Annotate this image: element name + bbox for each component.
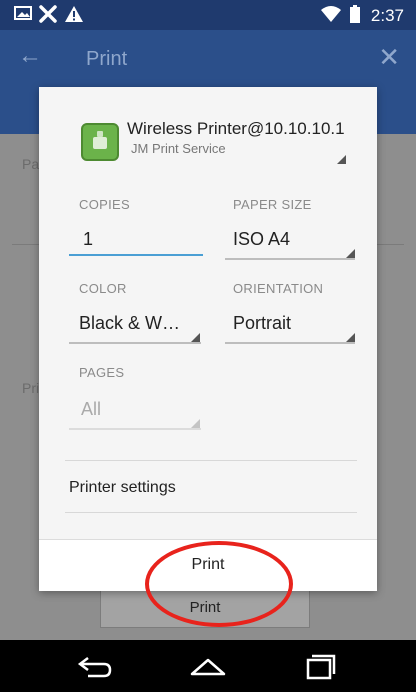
color-underline	[69, 342, 201, 344]
navigation-bar	[0, 640, 416, 692]
orientation-label: ORIENTATION	[233, 281, 324, 296]
color-label: COLOR	[79, 281, 127, 296]
wifi-icon	[320, 5, 342, 25]
highlight-ring	[145, 541, 293, 627]
dropdown-arrow-icon	[191, 419, 200, 428]
dropdown-arrow-icon	[191, 333, 200, 342]
copies-input[interactable]: 1	[83, 229, 93, 250]
pages-label: PAGES	[79, 365, 125, 380]
orientation-underline	[225, 342, 355, 344]
dropdown-arrow-icon	[346, 333, 355, 342]
dropdown-arrow-icon	[346, 249, 355, 258]
arrow-left-icon[interactable]: ←	[18, 42, 42, 70]
close-icon[interactable]: ✕	[378, 42, 400, 73]
recent-apps-nav-icon[interactable]	[300, 650, 340, 682]
paper-size-underline	[225, 258, 355, 260]
warning-icon	[64, 5, 84, 25]
printer-settings-link[interactable]: Printer settings	[69, 479, 176, 497]
dropdown-arrow-icon	[337, 155, 346, 164]
status-time: 2:37	[370, 6, 404, 25]
pages-underline	[69, 428, 201, 430]
printer-name: Wireless Printer@10.10.10.1	[127, 119, 345, 138]
tools-icon	[38, 5, 58, 25]
back-nav-icon[interactable]	[76, 650, 116, 682]
divider	[65, 512, 357, 513]
paper-size-select[interactable]: ISO A4	[233, 229, 290, 250]
color-select[interactable]: Black & W…	[79, 313, 180, 334]
bg-label-paper: Pa	[22, 156, 40, 172]
copies-label: COPIES	[79, 197, 130, 212]
printer-service: JM Print Service	[131, 141, 226, 156]
orientation-select[interactable]: Portrait	[233, 313, 291, 334]
copies-underline	[69, 254, 203, 256]
bg-label-printer: Pri	[22, 380, 40, 396]
app-title: Print	[86, 48, 128, 70]
paper-size-label: PAPER SIZE	[233, 197, 312, 212]
print-options-dialog: Wireless Printer@10.10.10.1 JM Print Ser…	[39, 87, 377, 591]
image-icon	[14, 5, 32, 25]
pages-select[interactable]: All	[81, 399, 101, 420]
printer-app-icon	[81, 123, 119, 161]
battery-icon	[350, 5, 360, 25]
status-bar: 2:37	[0, 0, 416, 30]
printer-selector[interactable]: Wireless Printer@10.10.10.1 JM Print Ser…	[51, 111, 367, 171]
divider	[65, 460, 357, 461]
home-nav-icon[interactable]	[188, 650, 228, 682]
